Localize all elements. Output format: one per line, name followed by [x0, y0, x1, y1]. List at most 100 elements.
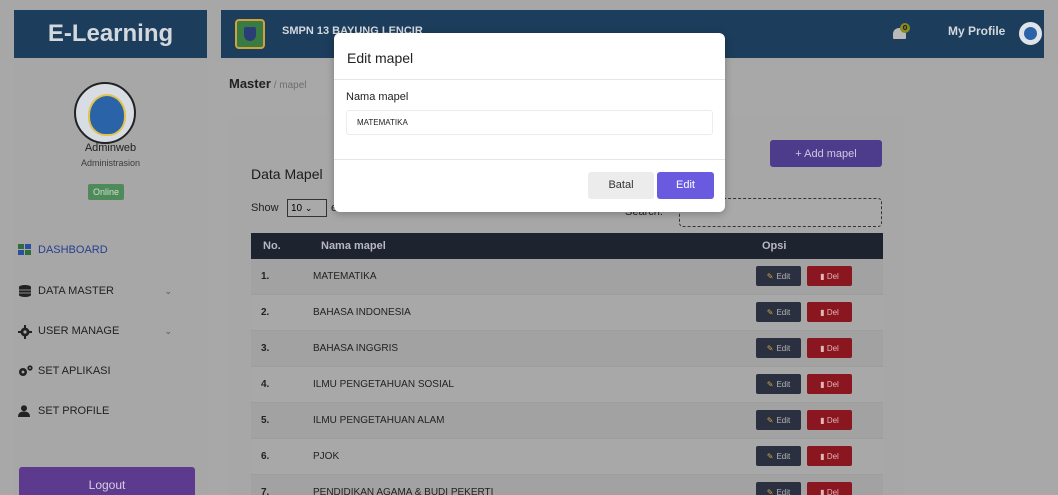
entries-select-value: 10 — [291, 203, 303, 214]
table-row: 4. ILMU PENGETAHUAN SOSIAL ✎ Edit ▮ Del — [251, 367, 883, 403]
delete-button[interactable]: ▮ Del — [807, 302, 852, 322]
sidebar-item-set-profile[interactable]: SET PROFILE — [18, 401, 198, 421]
school-logo-icon — [235, 19, 265, 49]
delete-label: Del — [826, 487, 839, 495]
delete-label: Del — [826, 343, 839, 353]
delete-label: Del — [826, 379, 839, 389]
row-name: ILMU PENGETAHUAN SOSIAL — [313, 379, 454, 390]
breadcrumb-current: mapel — [279, 80, 307, 91]
brand-logo[interactable]: E-Learning — [14, 10, 207, 58]
edit-label: Edit — [776, 307, 791, 317]
edit-button[interactable]: ✎ Edit — [756, 482, 801, 495]
row-number: 3. — [261, 343, 270, 354]
delete-button[interactable]: ▮ Del — [807, 446, 852, 466]
delete-label: Del — [826, 271, 839, 281]
column-header-no: No. — [263, 240, 281, 252]
delete-button[interactable]: ▮ Del — [807, 410, 852, 430]
delete-button[interactable]: ▮ Del — [807, 374, 852, 394]
modal-divider — [334, 79, 725, 80]
row-name: BAHASA INDONESIA — [313, 307, 411, 318]
edit-button[interactable]: ✎ Edit — [756, 302, 801, 322]
chevron-down-icon: ⌄ — [164, 285, 172, 296]
row-number: 5. — [261, 415, 270, 426]
sidebar-item-label: SET APLIKASI — [38, 365, 111, 377]
user-avatar — [74, 82, 136, 144]
row-number: 1. — [261, 271, 270, 282]
modal-title: Edit mapel — [347, 50, 414, 66]
notification-bell-icon[interactable]: 0 — [892, 23, 910, 42]
edit-label: Edit — [776, 415, 791, 425]
edit-button[interactable]: ✎ Edit — [756, 410, 801, 430]
table-row: 7. PENDIDIKAN AGAMA & BUDI PEKERTI ✎ Edit… — [251, 475, 883, 495]
edit-label: Edit — [776, 451, 791, 461]
trash-icon: ▮ — [820, 307, 825, 317]
edit-button[interactable]: ✎ Edit — [756, 266, 801, 286]
row-number: 2. — [261, 307, 270, 318]
pencil-icon: ✎ — [766, 379, 774, 389]
edit-button[interactable]: ✎ Edit — [756, 374, 801, 394]
mapel-table: No. Nama mapel Opsi 1. MATEMATIKA ✎ Edit … — [251, 233, 883, 495]
row-name: MATEMATIKA — [313, 271, 377, 282]
pencil-icon: ✎ — [766, 451, 774, 461]
gear-icon — [18, 325, 32, 339]
profile-avatar[interactable] — [1017, 20, 1044, 47]
table-row: 2. BAHASA INDONESIA ✎ Edit ▮ Del — [251, 295, 883, 331]
row-number: 4. — [261, 379, 270, 390]
delete-label: Del — [826, 307, 839, 317]
modal-divider — [334, 159, 725, 160]
edit-label: Edit — [776, 487, 791, 495]
my-profile-link[interactable]: My Profile — [948, 24, 1005, 38]
nama-mapel-label: Nama mapel — [346, 91, 409, 103]
edit-button[interactable]: ✎ Edit — [756, 338, 801, 358]
pencil-icon: ✎ — [766, 343, 774, 353]
trash-icon: ▮ — [820, 415, 825, 425]
user-icon — [18, 405, 32, 417]
sidebar-item-user-manage[interactable]: USER MANAGE ⌄ — [18, 321, 198, 341]
logout-button[interactable]: Logout — [19, 467, 195, 495]
table-row: 6. PJOK ✎ Edit ▮ Del — [251, 439, 883, 475]
sidebar-item-dashboard[interactable]: DASHBOARD — [18, 240, 198, 260]
sidebar-item-label: DASHBOARD — [38, 244, 108, 256]
pencil-icon: ✎ — [766, 487, 774, 495]
delete-button[interactable]: ▮ Del — [807, 338, 852, 358]
database-icon — [18, 285, 32, 297]
sidebar-item-label: SET PROFILE — [38, 405, 110, 417]
add-mapel-button[interactable]: + Add mapel — [770, 140, 882, 167]
column-header-opsi: Opsi — [762, 240, 787, 252]
table-row: 5. ILMU PENGETAHUAN ALAM ✎ Edit ▮ Del — [251, 403, 883, 439]
sidebar-item-set-aplikasi[interactable]: SET APLIKASI — [18, 361, 198, 381]
table-header: No. Nama mapel Opsi — [251, 233, 883, 259]
row-name: BAHASA INGGRIS — [313, 343, 399, 354]
data-table-title: Data Mapel — [251, 166, 323, 182]
row-number: 7. — [261, 487, 270, 495]
nama-mapel-input[interactable]: MATEMATIKA — [346, 110, 713, 135]
sidebar-item-data-master[interactable]: DATA MASTER ⌄ — [18, 281, 198, 301]
delete-button[interactable]: ▮ Del — [807, 266, 852, 286]
trash-icon: ▮ — [820, 271, 825, 281]
edit-label: Edit — [776, 343, 791, 353]
cogs-icon — [18, 365, 33, 377]
row-name: PJOK — [313, 451, 340, 462]
delete-label: Del — [826, 451, 839, 461]
column-header-nama: Nama mapel — [321, 240, 386, 252]
submit-edit-button[interactable]: Edit — [657, 172, 714, 199]
edit-label: Edit — [776, 379, 791, 389]
edit-label: Edit — [776, 271, 791, 281]
notification-badge: 0 — [900, 23, 910, 33]
sidebar: Adminweb Administrasion Online DASHBOARD… — [14, 62, 207, 495]
delete-button[interactable]: ▮ Del — [807, 482, 852, 495]
trash-icon: ▮ — [820, 379, 825, 389]
cancel-button[interactable]: Batal — [588, 172, 654, 199]
breadcrumb-separator: / — [270, 80, 280, 91]
table-row: 3. BAHASA INGGRIS ✎ Edit ▮ Del — [251, 331, 883, 367]
trash-icon: ▮ — [820, 451, 825, 461]
table-row: 1. MATEMATIKA ✎ Edit ▮ Del — [251, 259, 883, 295]
trash-icon: ▮ — [820, 487, 825, 495]
delete-label: Del — [826, 415, 839, 425]
trash-icon: ▮ — [820, 343, 825, 353]
edit-button[interactable]: ✎ Edit — [756, 446, 801, 466]
entries-per-page-select[interactable]: 10 ⌄ — [287, 199, 327, 217]
edit-mapel-modal: Edit mapel Nama mapel MATEMATIKA Batal E… — [334, 33, 725, 212]
pencil-icon: ✎ — [766, 307, 774, 317]
dashboard-icon — [18, 244, 32, 256]
